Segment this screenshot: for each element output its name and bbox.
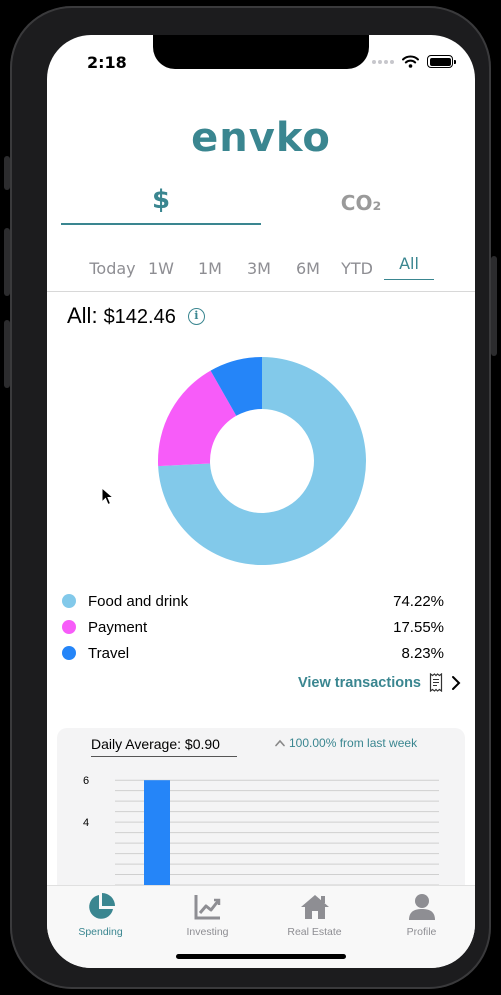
volume-up-button xyxy=(4,228,10,296)
status-icons xyxy=(372,55,456,68)
receipt-icon xyxy=(429,673,443,692)
legend-name: Food and drink xyxy=(88,592,189,610)
battery-icon xyxy=(427,55,456,68)
phone-frame: 2:18 envko $ CO₂ Today 1W 1M 3M 6M YTD A… xyxy=(4,6,497,989)
currency-tabs: $ CO₂ xyxy=(61,185,461,225)
legend-name: Travel xyxy=(88,644,130,662)
tab-spending[interactable]: Spending xyxy=(47,886,154,968)
period-1m[interactable]: 1M xyxy=(182,257,238,280)
signal-icon xyxy=(372,59,394,64)
period-ytd[interactable]: YTD xyxy=(336,257,378,280)
person-icon xyxy=(408,894,435,920)
period-selector: Today 1W 1M 3M 6M YTD All xyxy=(85,252,434,280)
legend-percent: 74.22% xyxy=(393,592,444,610)
y-tick-label: 6 xyxy=(83,775,89,787)
tab-dollar-label: $ xyxy=(151,185,171,215)
category-legend: Food and drink 74.22% Payment 17.55% Tra… xyxy=(62,588,444,666)
home-indicator xyxy=(176,954,346,959)
tab-dollar[interactable]: $ xyxy=(61,185,261,225)
mute-switch xyxy=(4,156,10,190)
info-icon[interactable]: i xyxy=(187,307,205,325)
daily-average-label: Daily Average: $0.90 xyxy=(91,736,237,757)
chevron-right-icon xyxy=(452,675,461,690)
legend-item[interactable]: Travel 8.23% xyxy=(62,640,444,666)
status-time: 2:18 xyxy=(87,53,127,72)
period-all[interactable]: All xyxy=(384,252,434,280)
notch xyxy=(153,35,369,69)
power-button xyxy=(491,256,497,356)
view-transactions-label: View transactions xyxy=(297,674,421,691)
period-1w[interactable]: 1W xyxy=(140,257,182,280)
mouse-cursor-icon xyxy=(101,487,115,506)
bottom-tab-bar: Spending Investing Real Estate Profile xyxy=(47,885,475,968)
legend-dot-food xyxy=(62,594,76,608)
legend-percent: 8.23% xyxy=(401,644,444,662)
wifi-icon xyxy=(402,55,419,68)
y-tick-label: 4 xyxy=(83,817,89,829)
spending-donut-chart xyxy=(158,357,366,565)
legend-percent: 17.55% xyxy=(393,618,444,636)
period-today[interactable]: Today xyxy=(85,257,140,280)
tab-real-estate-label: Real Estate xyxy=(287,926,342,938)
weekly-change: 100.00% from last week xyxy=(275,736,417,750)
tab-profile-label: Profile xyxy=(406,926,437,938)
legend-dot-payment xyxy=(62,620,76,634)
header-divider xyxy=(47,291,475,292)
daily-average-card: Daily Average: $0.90 100.00% from last w… xyxy=(57,728,465,908)
tab-investing-label: Investing xyxy=(186,926,229,938)
house-icon xyxy=(300,895,329,919)
chevron-up-icon xyxy=(275,739,285,747)
legend-dot-travel xyxy=(62,646,76,660)
volume-down-button xyxy=(4,320,10,388)
period-6m[interactable]: 6M xyxy=(280,257,336,280)
tab-profile[interactable]: Profile xyxy=(368,886,475,968)
tab-co2-label: CO₂ xyxy=(340,191,382,215)
app-screen: 2:18 envko $ CO₂ Today 1W 1M 3M 6M YTD A… xyxy=(47,35,475,968)
tab-co2[interactable]: CO₂ xyxy=(261,185,461,225)
view-transactions-link[interactable]: View transactions xyxy=(298,673,461,692)
total-summary: All: $142.46 i xyxy=(67,303,205,329)
total-amount: $142.46 xyxy=(103,306,176,328)
total-label: All: xyxy=(67,303,98,328)
legend-item[interactable]: Payment 17.55% xyxy=(62,614,444,640)
period-3m[interactable]: 3M xyxy=(238,257,280,280)
legend-name: Payment xyxy=(88,618,148,636)
pie-chart-icon xyxy=(88,893,115,919)
line-chart-icon xyxy=(194,895,220,920)
weekly-change-text: 100.00% from last week xyxy=(289,736,418,750)
tab-spending-label: Spending xyxy=(78,926,123,938)
app-logo: envko xyxy=(191,115,331,161)
legend-item[interactable]: Food and drink 74.22% xyxy=(62,588,444,614)
